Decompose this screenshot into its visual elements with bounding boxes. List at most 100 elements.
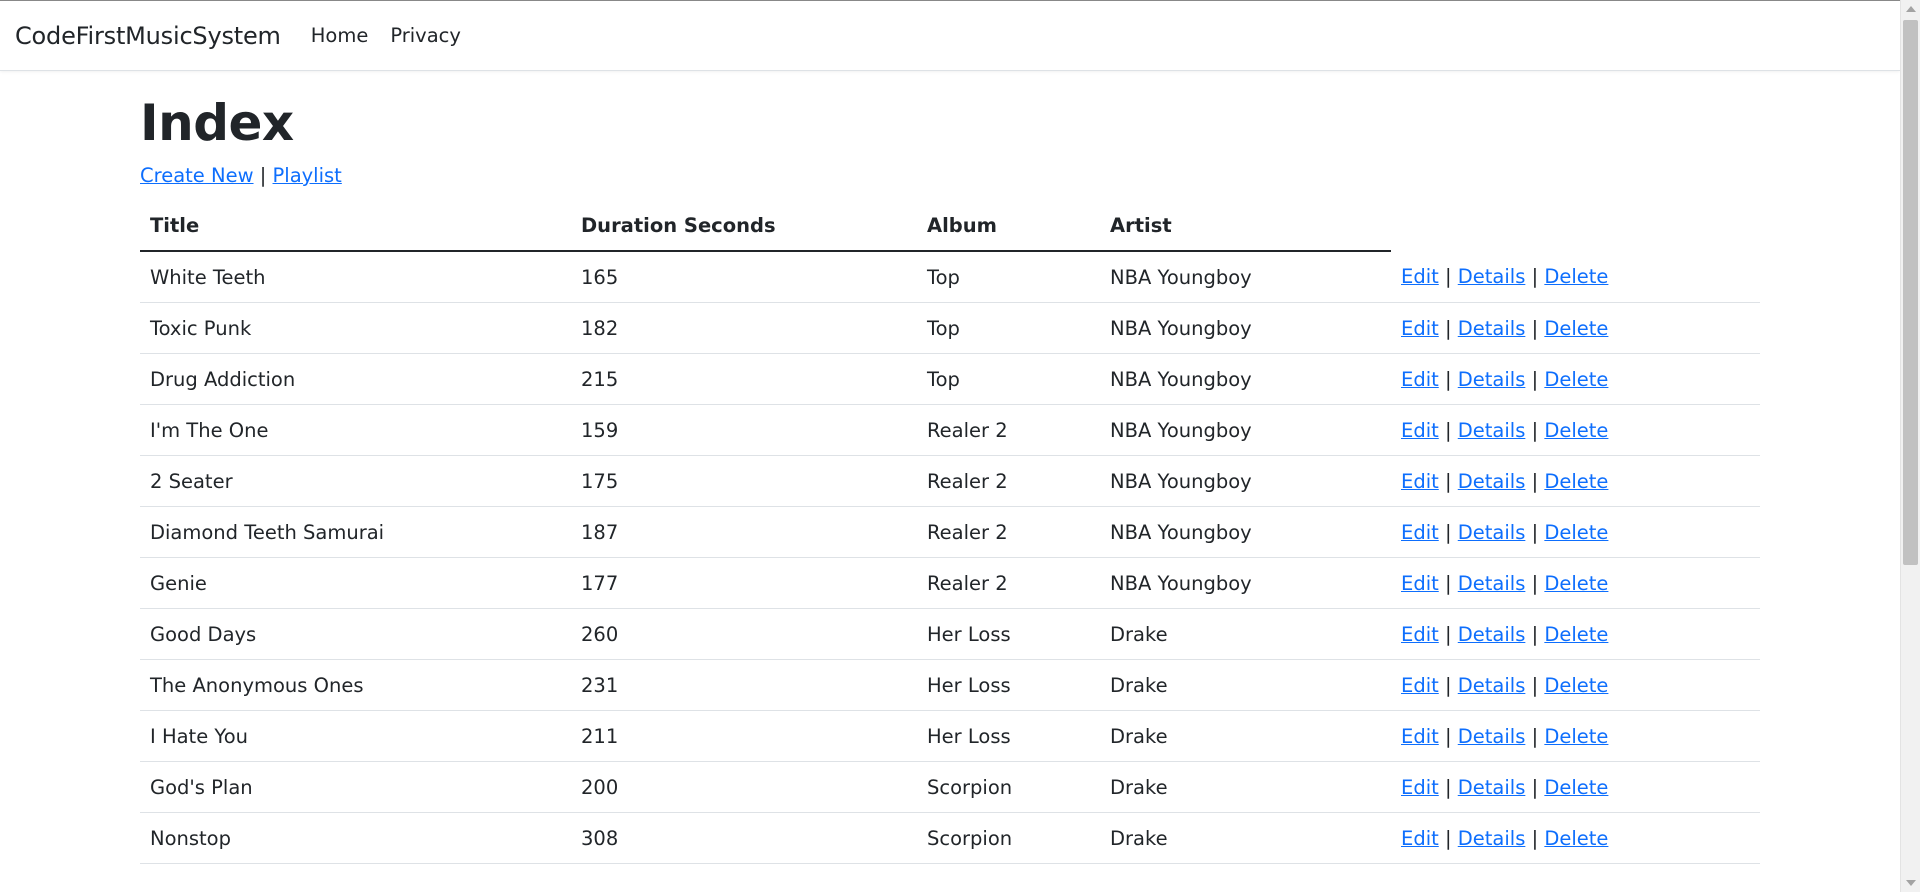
song-duration-cell: 260	[571, 608, 917, 660]
action-separator: |	[1444, 775, 1452, 799]
edit-link[interactable]: Edit	[1401, 317, 1439, 340]
row-actions-cell: Edit | Details | Delete	[1391, 404, 1760, 456]
details-link[interactable]: Details	[1458, 317, 1526, 340]
table-row: Nonstop 308 Scorpion Drake Edit | Details | …	[140, 812, 1760, 864]
row-actions-cell: Edit | Details | Delete	[1391, 761, 1760, 813]
song-album-cell: Realer 2	[917, 455, 1100, 507]
scroll-up-icon[interactable]	[1906, 6, 1916, 12]
action-separator: |	[1531, 775, 1539, 799]
row-actions-cell: Edit | Details | Delete	[1391, 455, 1760, 507]
page: CodeFirstMusicSystem Home Privacy Index …	[0, 0, 1920, 892]
song-artist-cell: NBA Youngboy	[1100, 455, 1391, 507]
action-separator: |	[1444, 724, 1452, 748]
nav-home-link[interactable]: Home	[311, 24, 369, 47]
edit-link[interactable]: Edit	[1401, 674, 1439, 697]
song-album-cell: Scorpion	[917, 761, 1100, 813]
song-title-cell: I Hate You	[140, 710, 571, 762]
table-row: Genie 177 Realer 2 NBA Youngboy Edit | Detai…	[140, 557, 1760, 609]
details-link[interactable]: Details	[1458, 521, 1526, 544]
song-duration-cell: 215	[571, 353, 917, 405]
main-container: Index Create New | Playlist Title Durati…	[140, 71, 1760, 864]
edit-link[interactable]: Edit	[1401, 470, 1439, 493]
song-title-cell: 2 Seater	[140, 455, 571, 507]
edit-link[interactable]: Edit	[1401, 521, 1439, 544]
page-title: Index	[140, 94, 294, 152]
create-new-link[interactable]: Create New	[140, 164, 254, 187]
song-artist-cell: NBA Youngboy	[1100, 404, 1391, 456]
header-title: Title	[140, 201, 571, 252]
action-separator: |	[1444, 418, 1452, 442]
song-duration-cell: 211	[571, 710, 917, 762]
row-actions-cell: Edit | Details | Delete	[1391, 302, 1760, 354]
details-link[interactable]: Details	[1458, 674, 1526, 697]
details-link[interactable]: Details	[1458, 572, 1526, 595]
song-title-cell: I'm The One	[140, 404, 571, 456]
details-link[interactable]: Details	[1458, 265, 1526, 288]
table-row: White Teeth 165 Top NBA Youngboy Edit | Deta…	[140, 251, 1760, 303]
brand-link[interactable]: CodeFirstMusicSystem	[15, 22, 281, 50]
action-separator: |	[1444, 367, 1452, 391]
action-separator: |	[1531, 367, 1539, 391]
scroll-thumb[interactable]	[1903, 20, 1918, 565]
delete-link[interactable]: Delete	[1544, 827, 1608, 850]
delete-link[interactable]: Delete	[1544, 521, 1608, 544]
action-separator: |	[1531, 826, 1539, 850]
song-artist-cell: NBA Youngboy	[1100, 302, 1391, 354]
table-row: Diamond Teeth Samurai 187 Realer 2 NBA Youn…	[140, 506, 1760, 558]
details-link[interactable]: Details	[1458, 725, 1526, 748]
edit-link[interactable]: Edit	[1401, 368, 1439, 391]
edit-link[interactable]: Edit	[1401, 572, 1439, 595]
delete-link[interactable]: Delete	[1544, 265, 1608, 288]
delete-link[interactable]: Delete	[1544, 317, 1608, 340]
playlist-link[interactable]: Playlist	[273, 164, 342, 187]
details-link[interactable]: Details	[1458, 776, 1526, 799]
song-artist-cell: NBA Youngboy	[1100, 557, 1391, 609]
table-row: I'm The One 159 Realer 2 NBA Youngboy Edit |…	[140, 404, 1760, 456]
edit-link[interactable]: Edit	[1401, 623, 1439, 646]
scroll-down-icon[interactable]	[1906, 880, 1916, 886]
song-title-cell: Good Days	[140, 608, 571, 660]
details-link[interactable]: Details	[1458, 623, 1526, 646]
edit-link[interactable]: Edit	[1401, 776, 1439, 799]
action-separator: |	[1531, 724, 1539, 748]
details-link[interactable]: Details	[1458, 419, 1526, 442]
top-navbar: CodeFirstMusicSystem Home Privacy	[0, 0, 1900, 71]
delete-link[interactable]: Delete	[1544, 623, 1608, 646]
edit-link[interactable]: Edit	[1401, 725, 1439, 748]
action-separator: |	[1444, 265, 1452, 288]
details-link[interactable]: Details	[1458, 827, 1526, 850]
edit-link[interactable]: Edit	[1401, 419, 1439, 442]
table-row: I Hate You 211 Her Loss Drake Edit | Details…	[140, 710, 1760, 762]
edit-link[interactable]: Edit	[1401, 265, 1439, 288]
details-link[interactable]: Details	[1458, 470, 1526, 493]
delete-link[interactable]: Delete	[1544, 776, 1608, 799]
song-artist-cell: NBA Youngboy	[1100, 251, 1391, 303]
nav-privacy-link[interactable]: Privacy	[390, 24, 461, 47]
song-title-cell: The Anonymous Ones	[140, 659, 571, 711]
delete-link[interactable]: Delete	[1544, 368, 1608, 391]
song-duration-cell: 175	[571, 455, 917, 507]
table-row: The Anonymous Ones 231 Her Loss Drake Edit |…	[140, 659, 1760, 711]
row-actions-cell: Edit | Details | Delete	[1391, 608, 1760, 660]
action-separator: |	[1531, 673, 1539, 697]
song-title-cell: Genie	[140, 557, 571, 609]
page-actions: Create New | Playlist	[140, 164, 1760, 187]
song-title-cell: Drug Addiction	[140, 353, 571, 405]
song-artist-cell: Drake	[1100, 659, 1391, 711]
delete-link[interactable]: Delete	[1544, 725, 1608, 748]
header-duration: Duration Seconds	[571, 201, 917, 252]
edit-link[interactable]: Edit	[1401, 827, 1439, 850]
details-link[interactable]: Details	[1458, 368, 1526, 391]
song-album-cell: Her Loss	[917, 608, 1100, 660]
delete-link[interactable]: Delete	[1544, 674, 1608, 697]
action-separator: |	[1531, 520, 1539, 544]
delete-link[interactable]: Delete	[1544, 470, 1608, 493]
song-album-cell: Her Loss	[917, 659, 1100, 711]
song-album-cell: Scorpion	[917, 812, 1100, 864]
table-header-row: Title Duration Seconds Album Artist	[140, 201, 1760, 252]
song-title-cell: Diamond Teeth Samurai	[140, 506, 571, 558]
delete-link[interactable]: Delete	[1544, 419, 1608, 442]
vertical-scrollbar[interactable]	[1900, 0, 1920, 892]
delete-link[interactable]: Delete	[1544, 572, 1608, 595]
action-separator: |	[1444, 622, 1452, 646]
